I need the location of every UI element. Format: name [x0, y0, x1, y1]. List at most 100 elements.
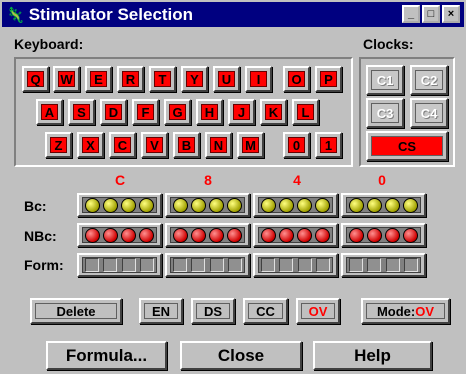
form-bit-square[interactable]	[121, 258, 136, 272]
red-led-icon[interactable]	[403, 227, 419, 243]
red-led-icon[interactable]	[190, 227, 206, 243]
red-led-icon[interactable]	[315, 227, 331, 243]
form-bit-square[interactable]	[85, 258, 100, 272]
bc-nibble[interactable]	[165, 193, 250, 217]
key-n[interactable]: N	[205, 132, 232, 158]
bc-nibble[interactable]	[77, 193, 162, 217]
en-button[interactable]: EN	[139, 298, 183, 324]
key-z[interactable]: Z	[45, 132, 72, 158]
form-bit-square[interactable]	[367, 258, 382, 272]
key-o[interactable]: O	[283, 66, 310, 92]
bc-nibble[interactable]	[341, 193, 426, 217]
red-led-icon[interactable]	[209, 227, 225, 243]
key-j[interactable]: J	[228, 99, 255, 125]
key-b[interactable]: B	[173, 132, 200, 158]
key-0[interactable]: 0	[283, 132, 310, 158]
minimize-button[interactable]: _	[402, 5, 420, 23]
form-bit-square[interactable]	[315, 258, 330, 272]
key-i[interactable]: I	[245, 66, 272, 92]
key-q[interactable]: Q	[22, 66, 49, 92]
red-led-icon[interactable]	[278, 227, 294, 243]
red-led-icon[interactable]	[260, 227, 276, 243]
nbc-nibble[interactable]	[253, 223, 338, 247]
key-u[interactable]: U	[213, 66, 240, 92]
key-g[interactable]: G	[164, 99, 191, 125]
key-y[interactable]: Y	[181, 66, 208, 92]
form-bit-square[interactable]	[349, 258, 364, 272]
form-bit-square[interactable]	[279, 258, 294, 272]
yellow-led-icon[interactable]	[278, 197, 294, 213]
clock-c4-button[interactable]: C4	[410, 98, 448, 128]
yellow-led-icon[interactable]	[121, 197, 137, 213]
nbc-nibble[interactable]	[341, 223, 426, 247]
yellow-led-icon[interactable]	[102, 197, 118, 213]
key-k[interactable]: K	[260, 99, 287, 125]
key-w[interactable]: W	[53, 66, 80, 92]
red-led-icon[interactable]	[385, 227, 401, 243]
form-nibble[interactable]	[77, 253, 162, 277]
key-d[interactable]: D	[100, 99, 127, 125]
ds-button[interactable]: DS	[191, 298, 235, 324]
ov-button[interactable]: OV	[296, 298, 340, 324]
form-nibble[interactable]	[253, 253, 338, 277]
key-r[interactable]: R	[117, 66, 144, 92]
red-led-icon[interactable]	[227, 227, 243, 243]
yellow-led-icon[interactable]	[209, 197, 225, 213]
delete-button[interactable]: Delete	[30, 298, 122, 324]
red-led-icon[interactable]	[366, 227, 382, 243]
form-bit-square[interactable]	[227, 258, 242, 272]
form-nibble[interactable]	[341, 253, 426, 277]
nbc-nibble[interactable]	[165, 223, 250, 247]
yellow-led-icon[interactable]	[260, 197, 276, 213]
yellow-led-icon[interactable]	[190, 197, 206, 213]
clock-c3-button[interactable]: C3	[366, 98, 404, 128]
yellow-led-icon[interactable]	[315, 197, 331, 213]
key-c[interactable]: C	[109, 132, 136, 158]
clock-c1-button[interactable]: C1	[366, 65, 404, 95]
form-bit-square[interactable]	[403, 258, 418, 272]
red-led-icon[interactable]	[348, 227, 364, 243]
nbc-nibble[interactable]	[77, 223, 162, 247]
form-bit-square[interactable]	[209, 258, 224, 272]
form-bit-square[interactable]	[297, 258, 312, 272]
form-bit-square[interactable]	[103, 258, 118, 272]
key-x[interactable]: X	[77, 132, 104, 158]
formula-button[interactable]: Formula...	[46, 341, 167, 370]
close-button[interactable]: Close	[180, 341, 302, 370]
form-bit-square[interactable]	[385, 258, 400, 272]
red-led-icon[interactable]	[172, 227, 188, 243]
key-l[interactable]: L	[292, 99, 319, 125]
key-f[interactable]: F	[132, 99, 159, 125]
yellow-led-icon[interactable]	[227, 197, 243, 213]
yellow-led-icon[interactable]	[84, 197, 100, 213]
key-m[interactable]: M	[237, 132, 264, 158]
key-h[interactable]: H	[196, 99, 223, 125]
key-p[interactable]: P	[315, 66, 342, 92]
bc-nibble[interactable]	[253, 193, 338, 217]
key-s[interactable]: S	[68, 99, 95, 125]
help-button[interactable]: Help	[313, 341, 432, 370]
yellow-led-icon[interactable]	[139, 197, 155, 213]
yellow-led-icon[interactable]	[172, 197, 188, 213]
yellow-led-icon[interactable]	[366, 197, 382, 213]
cc-button[interactable]: CC	[243, 298, 288, 324]
key-e[interactable]: E	[85, 66, 112, 92]
yellow-led-icon[interactable]	[297, 197, 313, 213]
key-1[interactable]: 1	[315, 132, 342, 158]
maximize-button[interactable]: □	[422, 5, 440, 23]
red-led-icon[interactable]	[297, 227, 313, 243]
clock-cs-button[interactable]: CS	[366, 131, 448, 161]
form-bit-square[interactable]	[191, 258, 206, 272]
key-v[interactable]: V	[141, 132, 168, 158]
red-led-icon[interactable]	[84, 227, 100, 243]
red-led-icon[interactable]	[121, 227, 137, 243]
red-led-icon[interactable]	[139, 227, 155, 243]
key-t[interactable]: T	[149, 66, 176, 92]
yellow-led-icon[interactable]	[348, 197, 364, 213]
form-bit-square[interactable]	[261, 258, 276, 272]
mode-button[interactable]: Mode: OV	[361, 298, 450, 324]
yellow-led-icon[interactable]	[403, 197, 419, 213]
red-led-icon[interactable]	[102, 227, 118, 243]
close-window-button[interactable]: ×	[442, 5, 460, 23]
form-nibble[interactable]	[165, 253, 250, 277]
